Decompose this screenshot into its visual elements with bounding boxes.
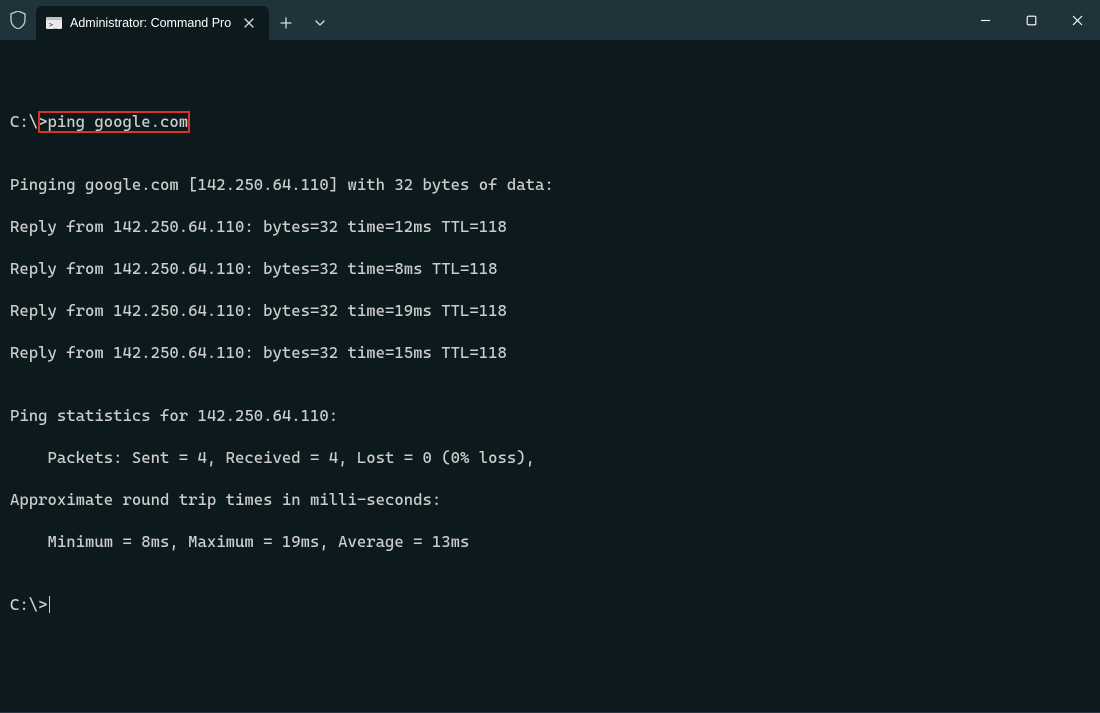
shield-icon: [0, 0, 36, 40]
terminal-line: Approximate round trip times in milli-se…: [10, 489, 1090, 510]
maximize-icon: [1026, 15, 1037, 26]
chevron-down-icon: [315, 20, 325, 27]
close-icon: [1072, 15, 1083, 26]
close-button[interactable]: [1054, 0, 1100, 40]
maximize-button[interactable]: [1008, 0, 1054, 40]
terminal-line: Reply from 142.250.64.110: bytes=32 time…: [10, 258, 1090, 279]
minimize-button[interactable]: [962, 0, 1008, 40]
terminal-line: C:\>: [10, 594, 1090, 615]
terminal-line: Packets: Sent = 4, Received = 4, Lost = …: [10, 447, 1090, 468]
close-icon: [244, 18, 254, 28]
svg-text:>_: >_: [49, 21, 58, 29]
cmd-icon: >_: [46, 15, 62, 31]
window-controls: [962, 0, 1100, 40]
tab-close-button[interactable]: [239, 13, 259, 33]
terminal-window: >_ Administrator: Command Pro C:: [0, 0, 1100, 713]
terminal-line: Pinging google.com [142.250.64.110] with…: [10, 174, 1090, 195]
terminal-line: Reply from 142.250.64.110: bytes=32 time…: [10, 300, 1090, 321]
titlebar[interactable]: >_ Administrator: Command Pro: [0, 0, 1100, 40]
command-text: ping google.com: [48, 112, 189, 131]
new-tab-button[interactable]: [269, 6, 303, 40]
plus-icon: [280, 17, 292, 29]
terminal-line: Minimum = 8ms, Maximum = 19ms, Average =…: [10, 531, 1090, 552]
tab-dropdown-button[interactable]: [303, 6, 337, 40]
terminal-line: Reply from 142.250.64.110: bytes=32 time…: [10, 342, 1090, 363]
tab-command-prompt[interactable]: >_ Administrator: Command Pro: [36, 6, 269, 40]
terminal-line: Reply from 142.250.64.110: bytes=32 time…: [10, 216, 1090, 237]
text-cursor: [49, 596, 50, 613]
prompt: C:\>: [10, 112, 48, 131]
prompt: C:\>: [10, 595, 48, 614]
terminal-line: Ping statistics for 142.250.64.110:: [10, 405, 1090, 426]
terminal-area[interactable]: C:\>ping google.com Pinging google.com […: [0, 40, 1100, 712]
minimize-icon: [980, 15, 991, 26]
terminal-line: C:\>ping google.com: [10, 111, 1090, 132]
tab-title: Administrator: Command Pro: [70, 16, 231, 30]
